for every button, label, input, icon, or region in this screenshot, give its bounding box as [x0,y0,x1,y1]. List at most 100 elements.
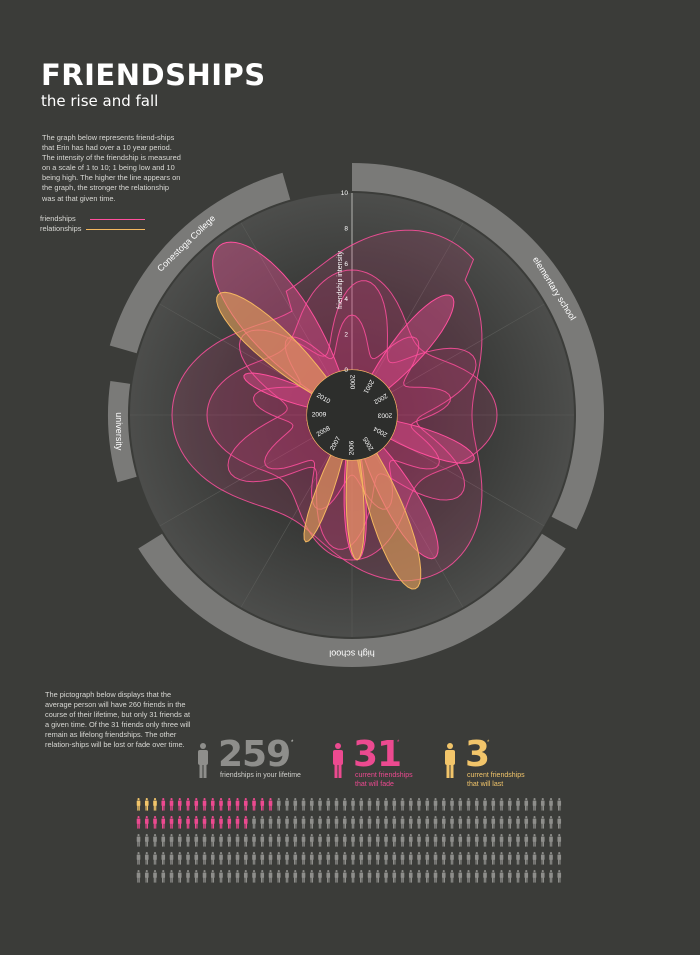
pictograph-person [293,798,298,811]
pictograph-person [367,798,372,811]
pictograph-person [293,870,298,883]
pictograph-person [532,834,537,847]
pictograph-person [499,870,504,883]
pictograph-person [227,834,232,847]
pictograph-person [549,816,553,829]
pictograph-person [507,870,512,883]
period-label: high school [329,649,375,659]
pictograph-person [326,870,331,883]
pictograph-person [417,870,421,883]
pictograph-person [268,816,273,829]
pictograph-person [516,870,520,883]
year-label: 2003 [377,411,392,418]
pictograph-person [499,816,504,829]
pictograph-person [474,852,479,865]
pictograph-person [202,852,207,865]
pictograph-person [450,798,454,811]
pictograph-person [210,816,215,829]
pictograph-person [309,870,314,883]
scale-tick-label: 4 [344,296,348,303]
pictograph-person [194,816,199,829]
pictograph-person [301,798,306,811]
pictograph-person [186,852,190,865]
pictograph-person [219,798,223,811]
pictograph-person [276,834,281,847]
pictograph-person [276,798,281,811]
pictograph-person [301,870,306,883]
pictograph-person [219,852,223,865]
pictograph-person [532,816,537,829]
pictograph-person [524,798,529,811]
pictograph-person [342,852,347,865]
pictograph-person [408,834,413,847]
pictograph-person [499,798,504,811]
pictograph-person [252,798,256,811]
pictograph-person [507,834,512,847]
pictograph-person [499,852,504,865]
pictograph-person [153,834,157,847]
scale-tick-label: 10 [341,190,349,197]
pictograph-person [400,852,405,865]
scale-tick-label: 2 [344,332,348,339]
pictograph-person [483,870,487,883]
pictograph-person [540,816,545,829]
pictograph-person [483,816,487,829]
stat-lasting-caption: current friendships that will last [467,772,525,789]
pictograph-person [153,816,157,829]
pictograph-person [268,798,273,811]
pictograph-person [417,834,421,847]
pictograph-person [351,834,355,847]
pictograph-person [417,816,421,829]
pictograph-person [450,870,454,883]
pictograph-person [334,852,339,865]
pictograph-person [359,798,364,811]
pictograph-person [466,834,471,847]
pictograph-person [161,816,166,829]
pictograph-person [219,870,223,883]
pictograph-person [318,852,322,865]
pictograph-person [144,870,149,883]
pictograph-person [252,852,256,865]
pictograph-person [507,816,512,829]
pictograph-person [408,816,413,829]
pictograph-person [549,798,553,811]
pictograph-person [458,852,463,865]
caption-line: that will last [467,780,504,788]
pictograph-person [285,798,289,811]
pictograph-intro: The pictograph below displays that the a… [45,690,191,750]
pictograph-person [441,834,446,847]
pictograph-person [177,816,182,829]
pictograph-person [466,816,471,829]
radial-friendship-graph: 2000 200120022003200420052006200720082009… [107,163,604,668]
pictograph-person [260,834,265,847]
pictograph-person [334,798,339,811]
pictograph-person [309,798,314,811]
pictograph-person [557,798,562,811]
pictograph-person [375,852,380,865]
pictograph-person [384,816,388,829]
pictograph-person [359,834,364,847]
pictograph-person [334,870,339,883]
pictograph-person [375,834,380,847]
pictograph-person [285,852,289,865]
scale-tick-label: 8 [344,225,348,232]
pictograph-person [466,798,471,811]
pictograph-person [144,798,149,811]
pictograph-person [161,834,166,847]
pictograph-person [186,798,190,811]
pictograph-person [367,816,372,829]
pictograph-person [516,798,520,811]
pictograph-person [153,852,157,865]
pictograph-person [243,816,248,829]
caption-line: that will fade [355,780,394,788]
pictograph-person [351,852,355,865]
stat-lifetime-number: 259 [218,734,291,775]
scale-tick-label: 0 [344,367,348,374]
pictograph-person [243,852,248,865]
pictograph-person [532,870,537,883]
pictograph-person [458,816,463,829]
pictograph-person [326,798,331,811]
pictograph-person [540,852,545,865]
pictograph-person [318,798,322,811]
pictograph-person [400,816,405,829]
